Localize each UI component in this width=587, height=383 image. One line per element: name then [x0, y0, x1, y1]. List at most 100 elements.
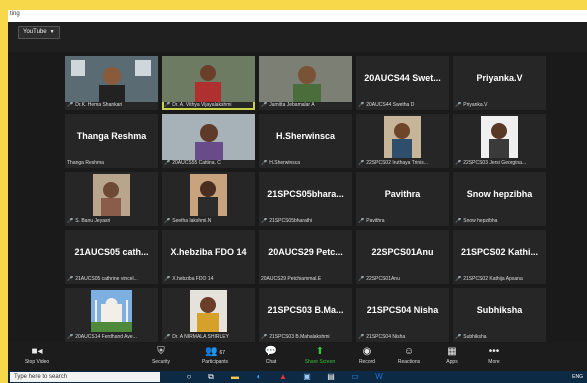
share-screen-label: Share Screen [304, 359, 336, 365]
mic-muted-icon: 🎤 [67, 334, 74, 340]
reactions-label: Reactions [397, 359, 421, 365]
participant-tile[interactable]: 🎤 Dr.K. Hema Shankari [65, 56, 158, 110]
participant-display-name: Pavithra [384, 189, 421, 199]
participant-video [453, 114, 546, 160]
participant-tile[interactable]: H.Sherwinsca 🎤 H.Sherwinsca [259, 114, 352, 168]
participant-tile[interactable]: 🎤 22SPCS03 Jersi Georgina... [453, 114, 546, 168]
participant-tile[interactable]: 🎤 20AUCS55 Cattina. C [162, 114, 255, 168]
share-screen-button[interactable]: ⬆ Share Screen [300, 345, 340, 365]
participant-name: Thanga Reshma [67, 160, 104, 166]
chevron-down-icon: ▼ [49, 29, 55, 35]
mic-muted-icon: 🎤 [261, 102, 268, 108]
record-button[interactable]: ◉ Record [354, 345, 380, 365]
participant-tile[interactable]: Thanga Reshma Thanga Reshma [65, 114, 158, 168]
mic-muted-icon: 🎤 [358, 102, 365, 108]
mic-muted-icon: 🎤 [164, 334, 171, 340]
participant-display-name: Thanga Reshma [76, 131, 147, 141]
photos-icon[interactable]: ▤ [326, 372, 336, 382]
participant-name: 21SPCS03 B.Mahalakshmi [269, 334, 330, 340]
participant-video [259, 56, 352, 102]
participant-tile[interactable]: 🎤 Jamitta Jebamalar A [259, 56, 352, 110]
more-button[interactable]: ••• More [482, 345, 506, 365]
people-icon: 👥 [204, 346, 218, 357]
participant-display-name: Subhiksha [476, 305, 523, 315]
more-label: More [488, 359, 500, 365]
participant-tile[interactable]: 20AUCS44 Swet... 🎤 20AUCS44 Swetha D [356, 56, 449, 110]
store-icon[interactable]: ▣ [302, 372, 312, 382]
record-icon: ◉ [362, 346, 372, 357]
participant-display-name: 20AUCS29 Petc... [268, 247, 343, 257]
participant-name: X.hebziba FDO 14 [172, 276, 214, 282]
participants-button[interactable]: 👥 67 Participants [194, 345, 236, 365]
task-view-icon[interactable]: ⧉ [206, 372, 216, 382]
participant-name: 22SPCS02 Iruthaya Trinis... [366, 160, 428, 166]
participant-name: Dr.K. Hema Shankari [75, 102, 123, 108]
search-icon[interactable]: ○ [184, 372, 194, 382]
participant-video [162, 56, 255, 102]
folder-icon[interactable]: ▬ [230, 372, 240, 382]
participant-tile[interactable]: 21AUCS05 cath... 🎤 21AUCS05 cathrine vinc… [65, 230, 158, 284]
screen: ting YouTube ▼ 🎤 Dr.K. Hema Shankari 🎤 Dr. … [8, 10, 587, 383]
participant-tile[interactable]: X.hebziba FDO 14 🎤 X.hebziba FDO 14 [162, 230, 255, 284]
participant-name: H.Sherwinsca [269, 160, 301, 166]
shield-icon: ⛨ [157, 346, 165, 357]
participant-display-name: 21AUCS05 cath... [74, 247, 149, 257]
mic-muted-icon: 🎤 [67, 276, 74, 282]
word-icon[interactable]: W [374, 372, 384, 382]
participant-tile[interactable]: 21SPCS02 Kathi... 🎤 21SPCS02 Kathija Apsa… [453, 230, 546, 284]
participant-grid: 🎤 Dr.K. Hema Shankari 🎤 Dr. A. Vithya Vija… [65, 56, 549, 344]
chat-button[interactable]: 💬 Chat [258, 345, 284, 365]
participant-display-name: 21SPCS04 Nisha [366, 305, 439, 315]
mic-muted-icon: 🎤 [358, 276, 365, 282]
participant-tile[interactable]: 20AUCS29 Petc... 20AUCS29 Petchiammal.E [259, 230, 352, 284]
mic-muted-icon: 🎤 [455, 334, 462, 340]
apps-icon: ▦ [447, 346, 457, 357]
participant-tile[interactable]: Pavithra 🎤 Pavithra [356, 172, 449, 226]
participant-tile[interactable]: Subhiksha 🎤 Subhiksha [453, 288, 546, 342]
participant-video [162, 114, 255, 160]
participant-tile[interactable]: Snow hepzibha 🎤 Snow hepzibha [453, 172, 546, 226]
participant-tile[interactable]: 🎤 20AUCS14 Ferdhand Ave... [65, 288, 158, 342]
zoom-icon[interactable]: ▭ [350, 372, 360, 382]
youtube-dropdown[interactable]: YouTube ▼ [18, 26, 60, 39]
participant-name: Snow hepzibha [463, 218, 498, 224]
participant-tile[interactable]: 21SPCS05bhara... 🎤 21SPCS05bharathi [259, 172, 352, 226]
participant-tile[interactable]: 21SPCS04 Nisha 🎤 21SPCS04 Nisha [356, 288, 449, 342]
share-screen-icon: ⬆ [315, 346, 325, 357]
taskbar-search-box[interactable]: Type here to search [10, 372, 160, 382]
participant-name: 21SPCS02 Kathija Apsana [463, 276, 523, 282]
participant-tile[interactable]: 🎤 S. Banu Jeyasri [65, 172, 158, 226]
participant-video [162, 288, 255, 334]
participant-name: 20AUCS14 Ferdhand Ave... [75, 334, 137, 340]
system-tray[interactable]: ENG [572, 372, 583, 382]
participant-name: 20AUCS44 Swetha D [366, 102, 415, 108]
mic-muted-icon: 🎤 [261, 334, 268, 340]
participant-name: Dr. A NIRMALA SHIRLEY [172, 334, 229, 340]
stop-video-button[interactable]: ■◂ Stop Video [20, 345, 54, 365]
participant-name: 22SPCS03 Jersi Georgina... [463, 160, 527, 166]
participant-tile[interactable]: 21SPCS03 B.Ma... 🎤 21SPCS03 B.Mahalakshmi [259, 288, 352, 342]
participant-tile[interactable]: Priyanka.V 🎤 Priyanka.V [453, 56, 546, 110]
participant-name: Dr. A. Vithya Vijayalakshmi [172, 102, 232, 108]
participant-tile[interactable]: 🎤 Seetha lakshmi.N [162, 172, 255, 226]
pdf-icon[interactable]: ▲ [278, 372, 288, 382]
stop-video-label: Stop Video [24, 359, 50, 365]
apps-button[interactable]: ▦ Apps [440, 345, 464, 365]
browser-icon[interactable]: ◐ [254, 372, 264, 382]
participant-display-name: 21SPCS03 B.Ma... [267, 305, 344, 315]
participant-tile[interactable]: 🎤 22SPCS02 Iruthaya Trinis... [356, 114, 449, 168]
participant-tile[interactable]: 22SPCS01Anu 🎤 22SPCS01Anu [356, 230, 449, 284]
participant-tile[interactable]: 🎤 Dr. A NIRMALA SHIRLEY [162, 288, 255, 342]
record-label: Record [358, 359, 376, 365]
participant-display-name: 21SPCS05bhara... [267, 189, 344, 199]
reactions-button[interactable]: ☺ Reactions [392, 345, 426, 365]
participant-name: 20AUCS29 Petchiammal.E [261, 276, 322, 282]
participants-count: 67 [219, 350, 225, 356]
participant-display-name: Priyanka.V [476, 73, 523, 83]
participant-name: 21AUCS05 cathrine vincel... [75, 276, 138, 282]
mic-muted-icon: 🎤 [358, 218, 365, 224]
mic-muted-icon: 🎤 [261, 160, 268, 166]
security-button[interactable]: ⛨ Security [144, 345, 178, 365]
mic-muted-icon: 🎤 [67, 218, 74, 224]
participant-tile-active-speaker[interactable]: 🎤 Dr. A. Vithya Vijayalakshmi [162, 56, 255, 110]
